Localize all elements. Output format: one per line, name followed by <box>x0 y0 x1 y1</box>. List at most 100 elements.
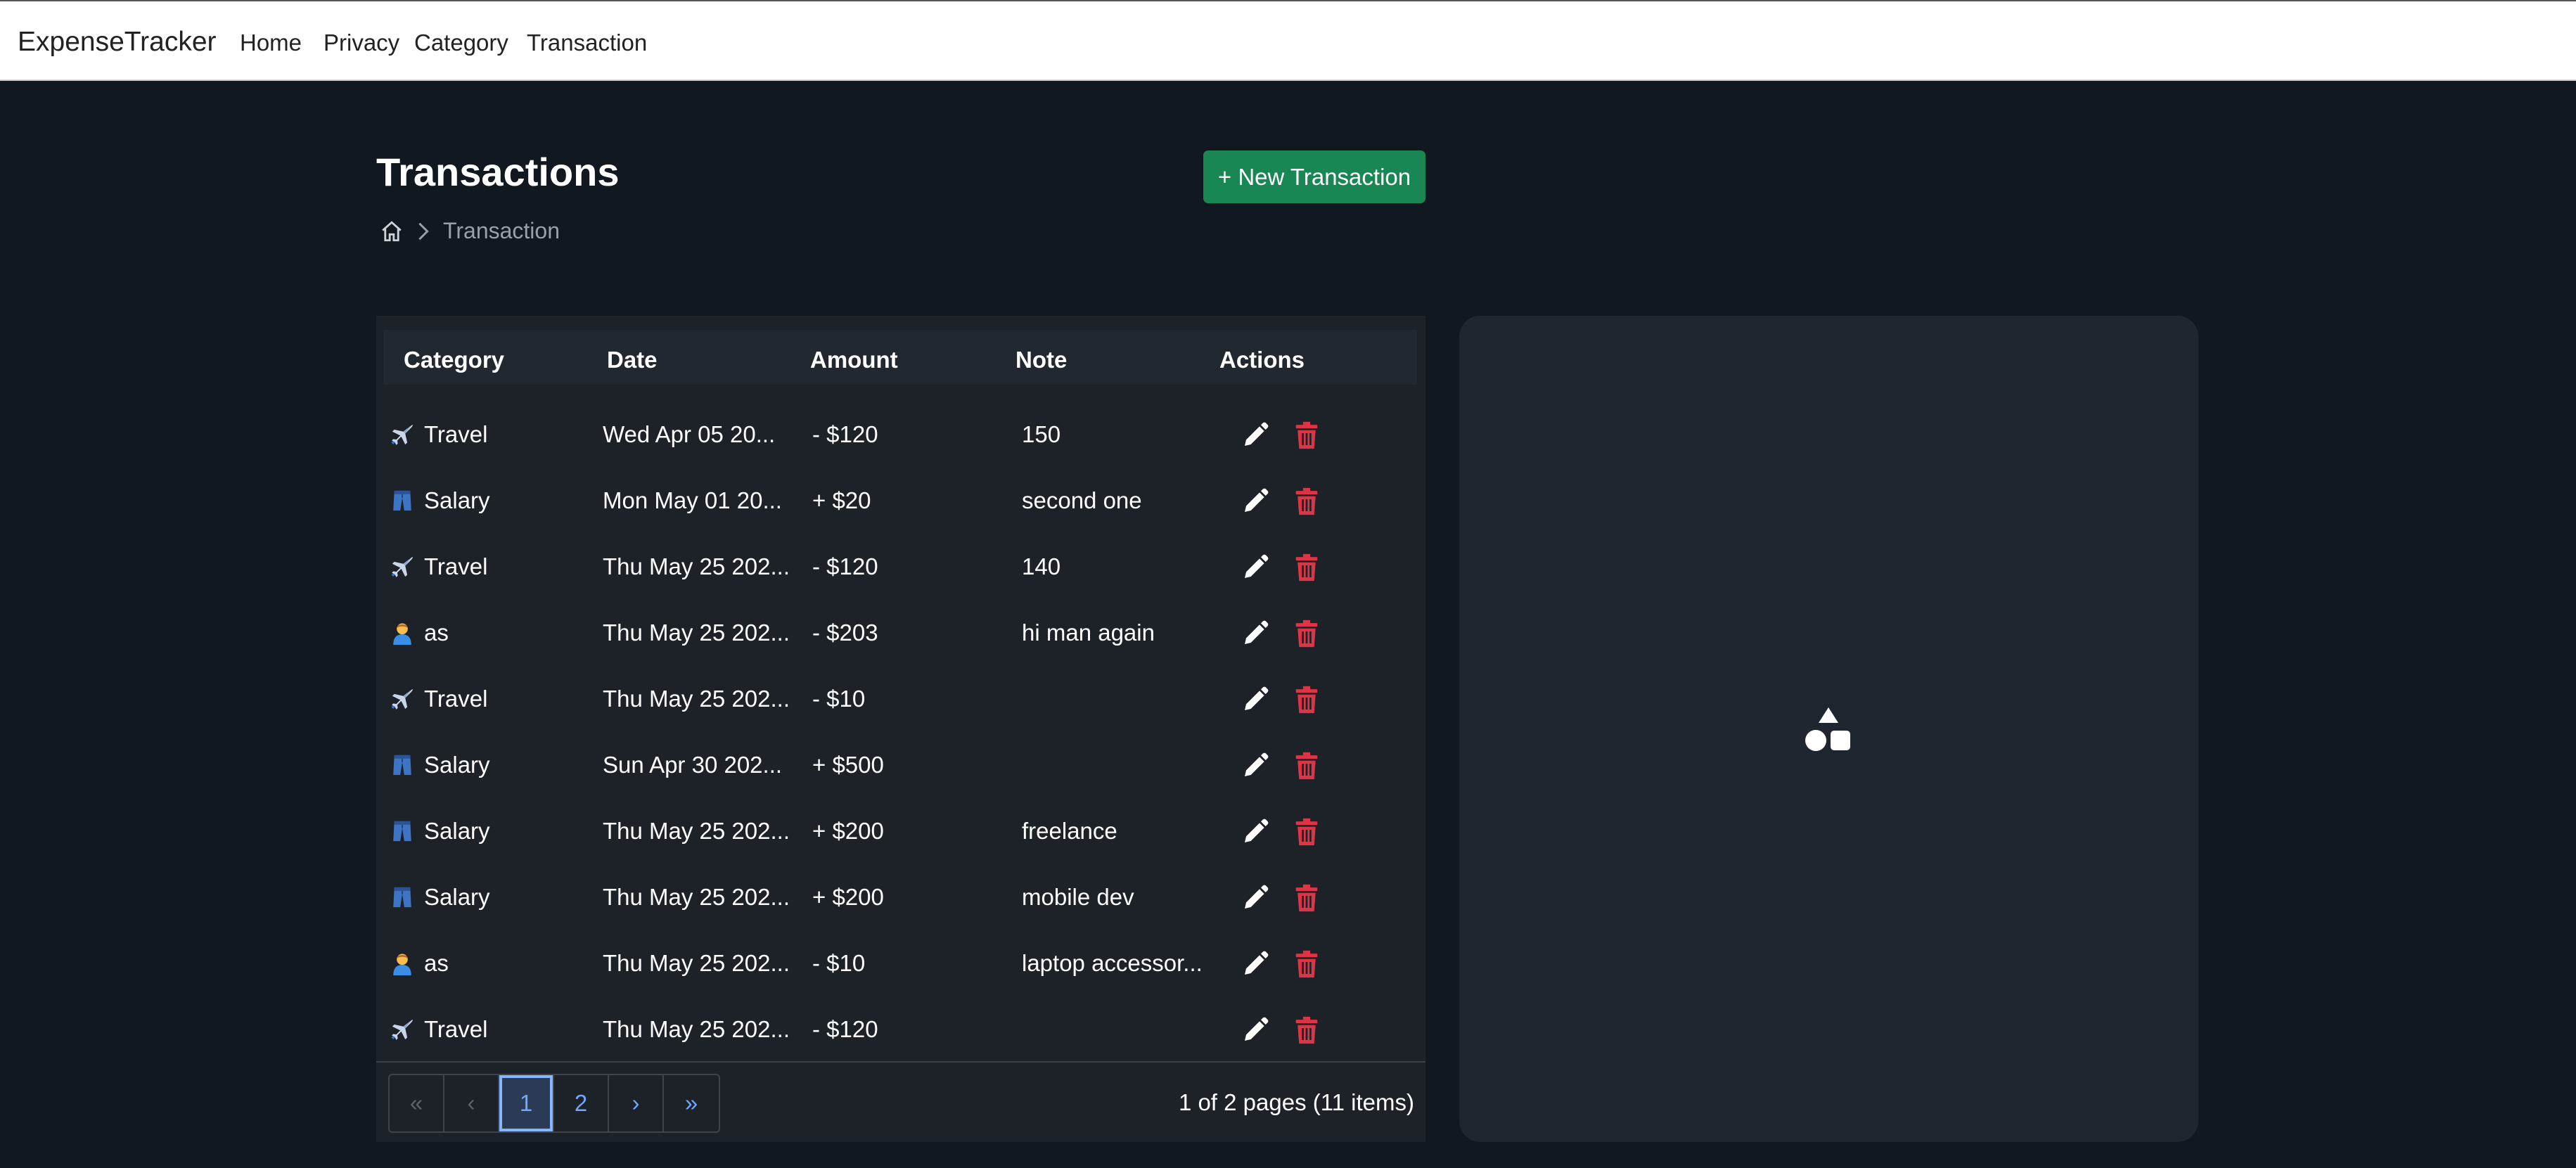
cell-date: Sun Apr 30 202... <box>603 752 783 778</box>
cell-amount: + $500 <box>812 752 884 778</box>
pencil-icon[interactable] <box>1241 553 1269 582</box>
cell-category: Travel <box>424 1016 488 1042</box>
page-title: Transactions <box>376 150 620 194</box>
jeans-icon <box>390 489 414 513</box>
pencil-icon[interactable] <box>1241 421 1269 449</box>
cell-amount: - $203 <box>812 620 878 646</box>
column-header-category[interactable]: Category <box>404 347 504 373</box>
cell-note: 150 <box>1022 421 1061 447</box>
cell-note: second one <box>1022 487 1142 513</box>
cell-amount: + $200 <box>812 818 884 844</box>
cell-amount: - $10 <box>812 950 866 976</box>
table-row: as Thu May 25 202... - $203 hi man again <box>376 600 1425 666</box>
table-header: Category Date Amount Note Actions <box>383 330 1417 385</box>
pencil-icon[interactable] <box>1241 950 1269 978</box>
last-page-button[interactable]: » <box>664 1075 719 1131</box>
chevron-right-icon <box>418 222 429 240</box>
pencil-icon[interactable] <box>1241 884 1269 912</box>
cell-date: Thu May 25 202... <box>603 1016 790 1042</box>
person-icon <box>390 621 414 645</box>
cell-amount: + $200 <box>812 884 884 910</box>
pencil-icon[interactable] <box>1241 620 1269 648</box>
pagination: « ‹ 1 2 › » <box>388 1074 720 1133</box>
airplane-icon <box>390 423 414 447</box>
jeans-icon <box>390 819 414 843</box>
nav-transaction[interactable]: Transaction <box>527 30 647 56</box>
page-1-button[interactable]: 1 <box>499 1075 554 1131</box>
cell-category: Travel <box>424 686 488 712</box>
table-row: Travel Thu May 25 202... - $120 <box>376 996 1425 1063</box>
pagination-info: 1 of 2 pages (11 items) <box>1178 1089 1414 1115</box>
home-icon[interactable] <box>380 219 404 243</box>
cell-date: Mon May 01 20... <box>603 487 782 513</box>
next-page-button[interactable]: › <box>609 1075 664 1131</box>
jeans-icon <box>390 885 414 909</box>
cell-category: Salary <box>424 884 490 910</box>
table-row: Salary Mon May 01 20... + $20 second one <box>376 468 1425 534</box>
cell-note: hi man again <box>1022 620 1155 646</box>
prev-page-button[interactable]: ‹ <box>444 1075 499 1131</box>
column-header-amount[interactable]: Amount <box>810 347 898 373</box>
pencil-icon[interactable] <box>1241 487 1269 515</box>
nav-privacy[interactable]: Privacy <box>323 30 399 56</box>
trash-icon[interactable] <box>1295 752 1319 780</box>
cell-note: mobile dev <box>1022 884 1134 910</box>
pencil-icon[interactable] <box>1241 686 1269 714</box>
brand-logo[interactable]: ExpenseTracker <box>18 27 217 58</box>
jeans-icon <box>390 753 414 777</box>
cell-date: Thu May 25 202... <box>603 553 790 579</box>
new-transaction-button[interactable]: + New Transaction <box>1203 150 1425 203</box>
cell-category: Salary <box>424 487 490 513</box>
trash-icon[interactable] <box>1295 1016 1319 1044</box>
pencil-icon[interactable] <box>1241 1016 1269 1044</box>
pagination-bar: « ‹ 1 2 › » 1 of 2 pages (11 items) <box>376 1061 1425 1142</box>
cell-amount: + $20 <box>812 487 871 513</box>
nav-home[interactable]: Home <box>240 30 302 56</box>
trash-icon[interactable] <box>1295 553 1319 582</box>
table-row: Travel Wed Apr 05 20... - $120 150 <box>376 402 1425 468</box>
cell-amount: - $120 <box>812 1016 878 1042</box>
trash-icon[interactable] <box>1295 487 1319 515</box>
chart-panel <box>1459 316 2198 1142</box>
table-row: Salary Sun Apr 30 202... + $500 <box>376 732 1425 798</box>
cell-date: Thu May 25 202... <box>603 884 790 910</box>
trash-icon[interactable] <box>1295 950 1319 978</box>
cell-date: Thu May 25 202... <box>603 686 790 712</box>
cell-date: Thu May 25 202... <box>603 818 790 844</box>
pencil-icon[interactable] <box>1241 752 1269 780</box>
cell-category: Travel <box>424 553 488 579</box>
cell-category: Salary <box>424 818 490 844</box>
trash-icon[interactable] <box>1295 884 1319 912</box>
cell-category: as <box>424 620 449 646</box>
cell-date: Thu May 25 202... <box>603 620 790 646</box>
column-header-date[interactable]: Date <box>607 347 658 373</box>
nav-category[interactable]: Category <box>414 30 508 56</box>
airplane-icon <box>390 687 414 711</box>
first-page-button[interactable]: « <box>390 1075 444 1131</box>
cell-note: freelance <box>1022 818 1117 844</box>
table-row: Travel Thu May 25 202... - $120 140 <box>376 534 1425 600</box>
transactions-table: Category Date Amount Note Actions Travel… <box>376 316 1425 1142</box>
top-navbar: ExpenseTracker Home Privacy Category Tra… <box>0 0 2576 81</box>
pencil-icon[interactable] <box>1241 818 1269 846</box>
column-header-note[interactable]: Note <box>1015 347 1067 373</box>
page-2-button[interactable]: 2 <box>554 1075 609 1131</box>
trash-icon[interactable] <box>1295 620 1319 648</box>
cell-date: Wed Apr 05 20... <box>603 421 776 447</box>
breadcrumb: Transaction <box>380 218 560 244</box>
cell-amount: - $120 <box>812 421 878 447</box>
table-row: as Thu May 25 202... - $10 laptop accessor.… <box>376 930 1425 996</box>
table-row: Travel Thu May 25 202... - $10 <box>376 666 1425 732</box>
cell-amount: - $120 <box>812 553 878 579</box>
cell-date: Thu May 25 202... <box>603 950 790 976</box>
trash-icon[interactable] <box>1295 818 1319 846</box>
trash-icon[interactable] <box>1295 421 1319 449</box>
trash-icon[interactable] <box>1295 686 1319 714</box>
breadcrumb-current: Transaction <box>443 218 560 243</box>
airplane-icon <box>390 555 414 579</box>
table-row: Salary Thu May 25 202... + $200 mobile dev <box>376 864 1425 930</box>
cell-category: Travel <box>424 421 488 447</box>
cell-note: 140 <box>1022 553 1061 579</box>
person-icon <box>390 951 414 975</box>
cell-category: as <box>424 950 449 976</box>
